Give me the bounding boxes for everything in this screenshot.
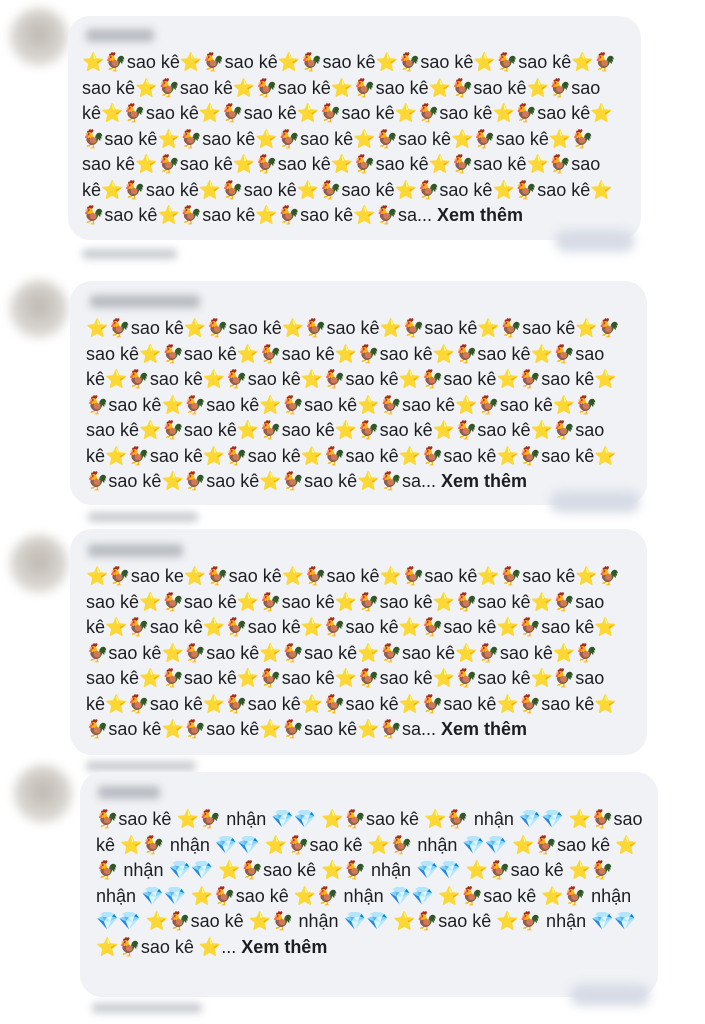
comment-body: 🐓sao kê ⭐🐓 nhận 💎💎 ⭐🐓sao kê ⭐🐓 nhận 💎💎 ⭐… bbox=[96, 809, 643, 957]
comment-body: ⭐🐓sao ke⭐🐓sao kê⭐🐓sao kê⭐🐓sao kê⭐🐓sao kê… bbox=[86, 566, 621, 739]
author-name[interactable] bbox=[98, 786, 160, 799]
author-name[interactable] bbox=[86, 29, 154, 42]
comment-text: ⭐🐓sao ke⭐🐓sao kê⭐🐓sao kê⭐🐓sao kê⭐🐓sao kê… bbox=[86, 564, 626, 743]
comment-item: ⭐🐓sao ke⭐🐓sao kê⭐🐓sao kê⭐🐓sao kê⭐🐓sao kê… bbox=[0, 525, 705, 771]
author-name[interactable] bbox=[88, 544, 183, 557]
comment-actions[interactable] bbox=[82, 249, 177, 259]
reaction-summary[interactable] bbox=[550, 491, 640, 513]
comment-item: 🐓sao kê ⭐🐓 nhận 💎💎 ⭐🐓sao kê ⭐🐓 nhận 💎💎 ⭐… bbox=[0, 760, 705, 1024]
see-more-link[interactable]: Xem thêm bbox=[441, 471, 527, 491]
author-name[interactable] bbox=[90, 295, 200, 308]
comment-text: ⭐🐓sao kê⭐🐓sao kê⭐🐓sao kê⭐🐓sao kê⭐🐓sao kê… bbox=[82, 50, 622, 229]
avatar[interactable] bbox=[10, 280, 68, 338]
reaction-summary[interactable] bbox=[555, 230, 635, 252]
avatar[interactable] bbox=[10, 535, 68, 593]
comment-text: ⭐🐓sao kê⭐🐓sao kê⭐🐓sao kê⭐🐓sao kê⭐🐓sao kê… bbox=[86, 316, 626, 495]
comment-body: ⭐🐓sao kê⭐🐓sao kê⭐🐓sao kê⭐🐓sao kê⭐🐓sao kê… bbox=[82, 52, 617, 225]
comment-bubble: ⭐🐓sao kê⭐🐓sao kê⭐🐓sao kê⭐🐓sao kê⭐🐓sao kê… bbox=[70, 281, 647, 505]
avatar[interactable] bbox=[14, 765, 72, 823]
see-more-link[interactable]: Xem thêm bbox=[437, 205, 523, 225]
comment-bubble: 🐓sao kê ⭐🐓 nhận 💎💎 ⭐🐓sao kê ⭐🐓 nhận 💎💎 ⭐… bbox=[80, 772, 658, 997]
comment-bubble: ⭐🐓sao ke⭐🐓sao kê⭐🐓sao kê⭐🐓sao kê⭐🐓sao kê… bbox=[70, 529, 647, 755]
comment-actions[interactable] bbox=[92, 1003, 202, 1013]
comment-actions[interactable] bbox=[88, 512, 198, 522]
see-more-link[interactable]: Xem thêm bbox=[241, 937, 327, 957]
comment-item: ⭐🐓sao kê⭐🐓sao kê⭐🐓sao kê⭐🐓sao kê⭐🐓sao kê… bbox=[0, 0, 705, 265]
see-more-link[interactable]: Xem thêm bbox=[441, 719, 527, 739]
reaction-summary[interactable] bbox=[570, 984, 650, 1006]
comment-text: 🐓sao kê ⭐🐓 nhận 💎💎 ⭐🐓sao kê ⭐🐓 nhận 💎💎 ⭐… bbox=[96, 807, 644, 960]
comment-item: ⭐🐓sao kê⭐🐓sao kê⭐🐓sao kê⭐🐓sao kê⭐🐓sao kê… bbox=[0, 265, 705, 525]
avatar[interactable] bbox=[10, 8, 68, 66]
comment-body: ⭐🐓sao kê⭐🐓sao kê⭐🐓sao kê⭐🐓sao kê⭐🐓sao kê… bbox=[86, 318, 621, 491]
comment-bubble: ⭐🐓sao kê⭐🐓sao kê⭐🐓sao kê⭐🐓sao kê⭐🐓sao kê… bbox=[68, 16, 641, 240]
